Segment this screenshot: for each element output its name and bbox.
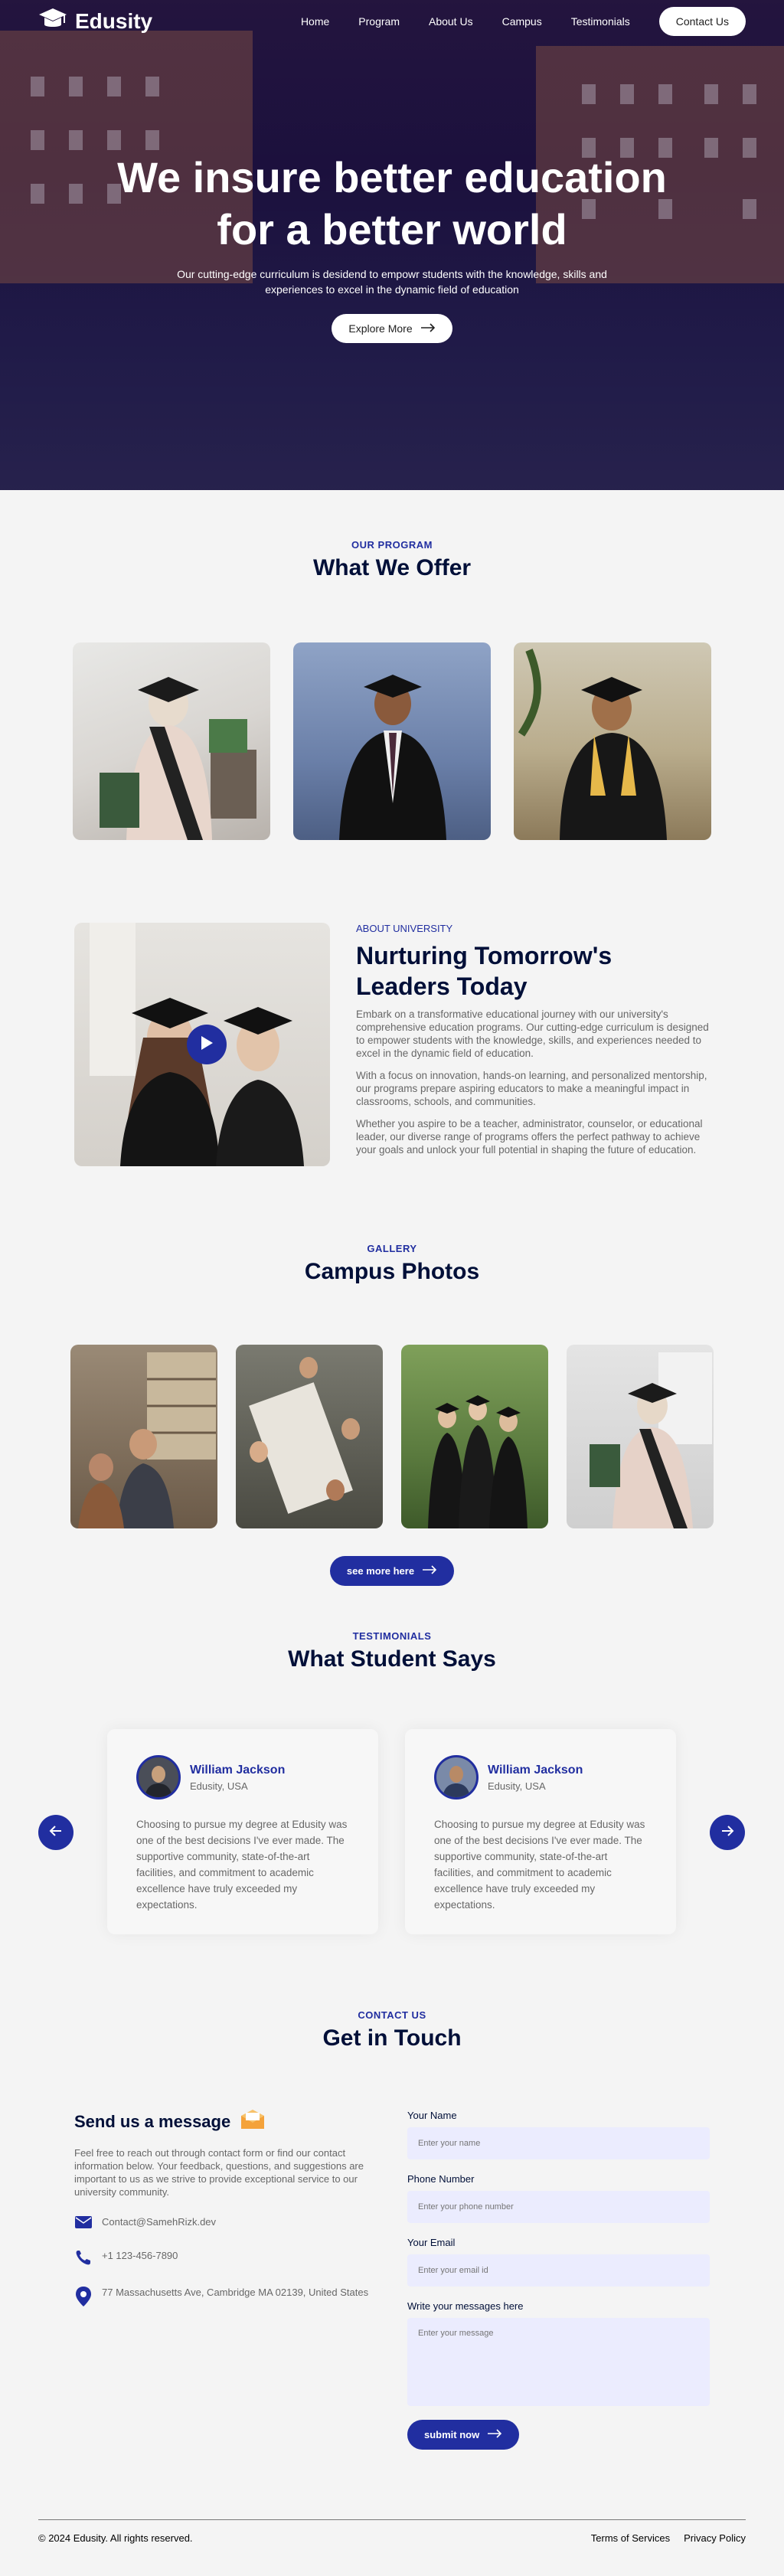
nav-link-home[interactable]: Home	[301, 15, 329, 28]
contact-address: 77 Massachusetts Ave, Cambridge MA 02139…	[102, 2287, 369, 2298]
phone-label: Phone Number	[407, 2173, 475, 2185]
envelope-open-icon	[240, 2110, 266, 2134]
contact-us-button[interactable]: Contact Us	[658, 7, 746, 36]
play-icon	[200, 1035, 214, 1054]
play-video-button[interactable]	[187, 1025, 227, 1064]
name-label: Your Name	[407, 2110, 457, 2121]
testimonial-location: Edusity, USA	[488, 1780, 546, 1792]
testimonial-location: Edusity, USA	[190, 1780, 248, 1792]
footer: © 2024 Edusity. All rights reserved. Ter…	[38, 2519, 746, 2565]
hero-title-line2: for a better world	[217, 205, 567, 253]
logo[interactable]: Edusity	[38, 6, 152, 38]
program-image-3[interactable]	[514, 642, 711, 840]
about-paragraph-2: With a focus on innovation, hands-on lea…	[356, 1070, 707, 1107]
about-paragraph-1: Embark on a transformative educational j…	[356, 1008, 709, 1059]
hero-subtitle: Our cutting-edge curriculum is desidend …	[177, 268, 607, 296]
gallery-section: GALLERY Campus Photos see more here	[0, 1166, 784, 1586]
email-label: Your Email	[407, 2237, 456, 2248]
avatar	[136, 1755, 181, 1800]
contact-subtitle: CONTACT US	[358, 2009, 426, 2021]
gallery-image-4[interactable]	[567, 1345, 714, 1528]
hero-title: We insure better education for a better …	[0, 152, 784, 256]
hero-content: We insure better education for a better …	[0, 152, 784, 343]
hero-title-line1: We insure better education	[117, 153, 667, 201]
logo-text: Edusity	[75, 9, 153, 33]
contact-phone[interactable]: +1 123-456-7890	[102, 2249, 178, 2262]
see-more-label: see more here	[346, 1565, 415, 1577]
contact-section: CONTACT US Get in Touch Send us a messag…	[0, 1936, 784, 2450]
contact-address-row: 77 Massachusetts Ave, Cambridge MA 02139…	[74, 2286, 377, 2310]
about-title: Nurturing Tomorrow's Leaders Today	[356, 942, 612, 1000]
contact-phone-row: +1 123-456-7890	[74, 2249, 377, 2269]
testimonials-subtitle: TESTIMONIALS	[352, 1630, 432, 1642]
top-nav: Edusity Home Program About Us Campus Tes…	[0, 0, 784, 43]
about-section: ABOUT UNIVERSITY Nurturing Tomorrow's Le…	[74, 923, 710, 1166]
contact-email[interactable]: Contact@SamehRizk.dev	[102, 2215, 216, 2228]
graduation-cap-icon	[38, 6, 67, 38]
testimonials-title: What Student Says	[288, 1646, 496, 1672]
name-input[interactable]	[407, 2127, 710, 2159]
contact-title: Get in Touch	[322, 2025, 462, 2051]
submit-label: submit now	[424, 2429, 480, 2440]
gallery-image-3[interactable]	[401, 1345, 548, 1528]
gallery-image-1[interactable]	[70, 1345, 217, 1528]
testimonial-card: William Jackson Edusity, USA Choosing to…	[405, 1729, 676, 1934]
testimonial-text: Choosing to pursue my degree at Edusity …	[136, 1819, 348, 1911]
program-title: What We Offer	[312, 555, 472, 580]
program-section: OUR PROGRAM What We Offer	[0, 490, 784, 840]
contact-heading-text: Send us a message	[74, 2112, 231, 2131]
testimonial-name: William Jackson	[488, 1763, 583, 1777]
arrow-right-icon	[422, 1565, 437, 1577]
avatar	[434, 1755, 479, 1800]
explore-more-label: Explore More	[348, 322, 413, 335]
phone-input[interactable]	[407, 2191, 710, 2223]
see-more-button[interactable]: see more here	[329, 1556, 455, 1586]
program-subtitle: OUR PROGRAM	[351, 539, 433, 551]
arrow-right-icon	[420, 322, 436, 335]
copyright-text: © 2024 Edusity. All rights reserved.	[38, 2532, 193, 2544]
nav-link-program[interactable]: Program	[358, 15, 400, 28]
mail-icon	[74, 2215, 93, 2232]
testimonial-name: William Jackson	[190, 1763, 286, 1777]
phone-icon	[74, 2249, 93, 2269]
nav-link-testimonials[interactable]: Testimonials	[571, 15, 630, 28]
contact-email-row: Contact@SamehRizk.dev	[74, 2215, 377, 2232]
gallery-subtitle: GALLERY	[367, 1243, 417, 1254]
about-image	[74, 923, 330, 1166]
gallery-title: Campus Photos	[304, 1259, 480, 1284]
testimonials-section: TESTIMONIALS What Student Says William J…	[0, 1586, 784, 1936]
arrow-left-icon	[49, 1824, 63, 1841]
contact-heading: Send us a message	[74, 2110, 377, 2134]
arrow-right-icon	[487, 2429, 502, 2440]
program-image-1[interactable]	[73, 642, 270, 840]
slider-next-button[interactable]	[710, 1815, 745, 1850]
explore-more-button[interactable]: Explore More	[332, 314, 452, 343]
program-image-2[interactable]	[293, 642, 491, 840]
contact-description: Feel free to reach out through contact f…	[74, 2147, 364, 2198]
arrow-right-icon	[720, 1824, 734, 1841]
about-paragraph-3: Whether you aspire to be a teacher, admi…	[356, 1118, 703, 1156]
nav-link-campus[interactable]: Campus	[502, 15, 542, 28]
nav-link-about[interactable]: About Us	[429, 15, 473, 28]
testimonials-slider: William Jackson Edusity, USA Choosing to…	[0, 1729, 784, 1936]
hero-section: Edusity Home Program About Us Campus Tes…	[0, 0, 784, 490]
privacy-link[interactable]: Privacy Policy	[684, 2532, 746, 2565]
location-pin-icon	[74, 2286, 93, 2310]
email-input[interactable]	[407, 2254, 710, 2287]
message-textarea[interactable]	[407, 2318, 710, 2406]
submit-button[interactable]: submit now	[407, 2420, 520, 2450]
about-label: ABOUT UNIVERSITY	[356, 923, 453, 934]
contact-form: Your Name Phone Number Your Email Write …	[407, 2110, 710, 2450]
testimonial-card: William Jackson Edusity, USA Choosing to…	[107, 1729, 378, 1934]
terms-link[interactable]: Terms of Services	[591, 2532, 670, 2565]
gallery-image-2[interactable]	[236, 1345, 383, 1528]
message-label: Write your messages here	[407, 2300, 524, 2312]
slider-prev-button[interactable]	[38, 1815, 74, 1850]
testimonial-text: Choosing to pursue my degree at Edusity …	[434, 1819, 645, 1911]
